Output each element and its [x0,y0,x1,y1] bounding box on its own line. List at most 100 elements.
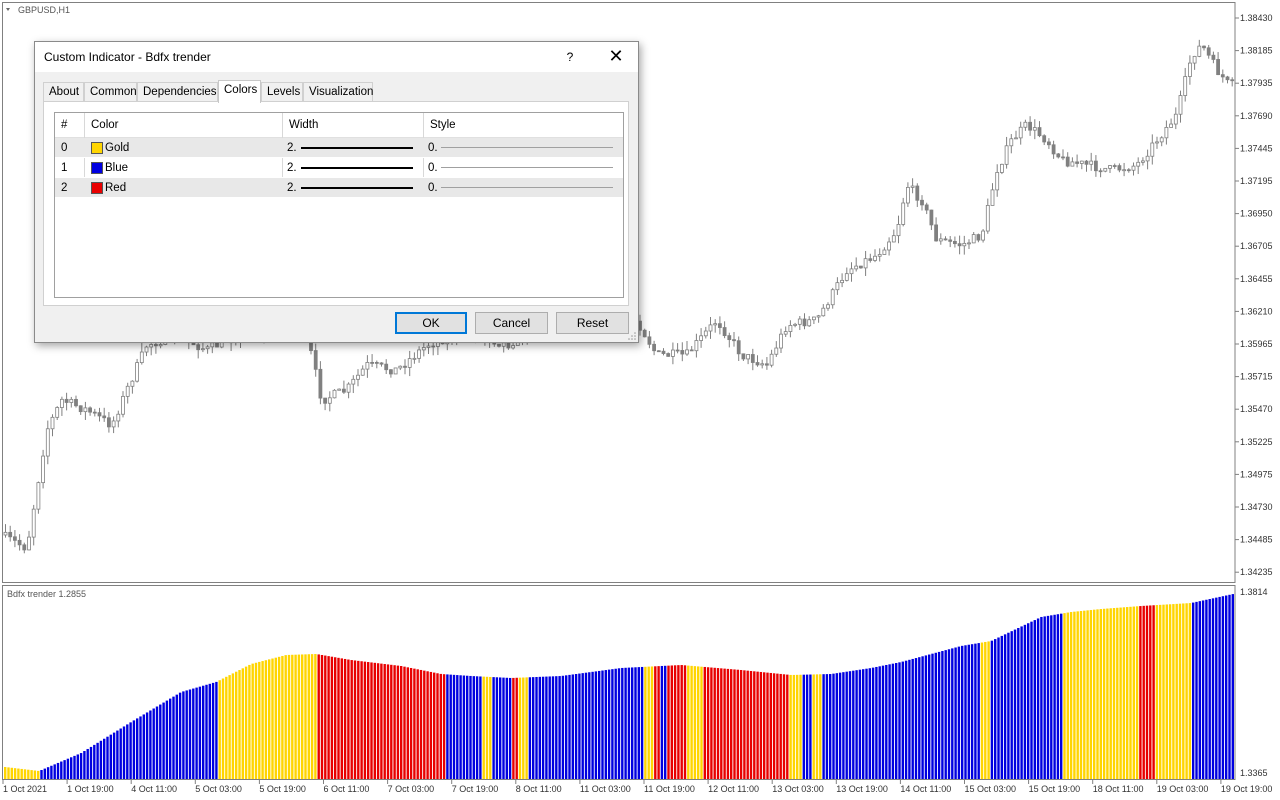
indicator-bar [221,678,225,779]
time-tick-label: 5 Oct 03:00 [195,784,242,794]
candle-body [1065,156,1070,167]
candle-body [384,363,389,371]
indicator-bar [103,738,106,779]
width-value[interactable]: 2. [287,178,297,198]
width-value[interactable]: 2. [287,158,297,178]
cancel-button[interactable]: Cancel [475,312,548,334]
color-row-2[interactable]: 2 Red 2. 0. [55,178,623,198]
candle-body [412,357,417,360]
candle-body [356,374,360,380]
indicator-bar [340,658,343,779]
indicator-bar [1000,635,1003,779]
indicator-bar [1036,618,1040,779]
candle-body [750,354,755,363]
style-value[interactable]: 0. [428,178,438,198]
indicator-bar [1020,626,1023,779]
indicator-bar [512,677,515,779]
candle-body [1032,127,1037,131]
indicator-bar [749,670,753,779]
indicator-bar [482,676,485,779]
indicator-bar [390,664,393,779]
candle-body [41,455,45,484]
candle-body [511,345,516,349]
time-tick-label: 7 Oct 03:00 [388,784,435,794]
candle-body [1188,62,1192,77]
indicator-bar [664,665,667,779]
ok-button[interactable]: OK [395,312,467,334]
candle-body [365,362,370,370]
tab-levels[interactable]: Levels [261,82,303,102]
candle-body [948,239,953,242]
color-row-0[interactable]: 0 Gold 2. 0. [55,138,623,158]
indicator-bar [654,666,657,779]
indicator-bar [769,672,772,779]
indicator-bar [136,718,139,779]
tab-common[interactable]: Common [84,82,137,102]
indicator-bar [73,755,76,779]
indicator-bar [1211,598,1215,779]
indicator-bar [185,690,188,779]
tab-about[interactable]: About [43,82,84,102]
candle-body [1197,45,1202,57]
indicator-bar [116,730,119,779]
style-value[interactable]: 0. [428,158,438,178]
candle-body [1131,165,1136,171]
candle-body [1164,127,1169,139]
indicator-bar [495,677,499,779]
indicator-bar [1132,606,1135,779]
candle-body [859,265,863,269]
candle-body [882,249,887,255]
color-swatch-gold[interactable] [91,142,103,154]
candle-body [323,397,328,404]
candle-body [341,388,346,393]
close-icon[interactable]: ✕ [601,44,631,70]
indicator-bar [637,667,640,779]
help-button[interactable]: ? [560,44,580,70]
indicator-bar [446,674,449,779]
tab-dependencies[interactable]: Dependencies [137,82,218,102]
style-value[interactable]: 0. [428,138,438,158]
candle-body [1075,161,1079,164]
candle-body [107,417,111,428]
indicator-bar [20,768,23,779]
price-tick-label: 1.34730 [1240,502,1273,512]
resize-grip-icon[interactable] [628,332,636,340]
price-tick-label: 1.37195 [1240,176,1273,186]
indicator-bar [208,683,211,779]
tab-colors[interactable]: Colors [218,80,261,103]
indicator-bar [1139,606,1142,779]
candle-body [374,362,379,364]
indicator-bar [294,654,297,779]
candle-body [1206,47,1211,56]
price-tick-label: 1.36705 [1240,241,1273,251]
candle-body [1145,155,1150,162]
reset-button[interactable]: Reset [556,312,629,334]
indicator-bar [838,672,842,779]
candle-body [210,342,215,348]
candle-body [92,411,97,414]
indicator-bar [1228,594,1231,779]
indicator-bar [456,675,459,779]
indicator-bar [756,671,759,779]
color-row-1[interactable]: 1 Blue 2. 0. [55,158,623,178]
indicator-bar [680,665,683,779]
indicator-bar [205,684,208,779]
tab-visualization[interactable]: Visualization [303,82,373,102]
color-swatch-blue[interactable] [91,162,103,174]
candle-body [158,344,163,347]
indicator-bar [324,655,327,779]
color-swatch-red[interactable] [91,182,103,194]
candle-body [22,544,27,551]
indicator-bar [1188,603,1192,779]
width-value[interactable]: 2. [287,138,297,158]
colors-tab-panel: # Color Width Style 0 Gold 2. 0. 1 Blue [43,101,629,306]
indicator-bar [617,668,621,779]
candle-body [694,340,699,352]
candle-body [393,367,398,375]
indicator-bar [1109,608,1112,779]
dialog-titlebar[interactable]: Custom Indicator - Bdfx trender ? ✕ [35,42,638,72]
candle-body [661,350,666,354]
candle-body [699,335,703,341]
candle-body [976,234,981,241]
indicator-bar [76,754,79,779]
